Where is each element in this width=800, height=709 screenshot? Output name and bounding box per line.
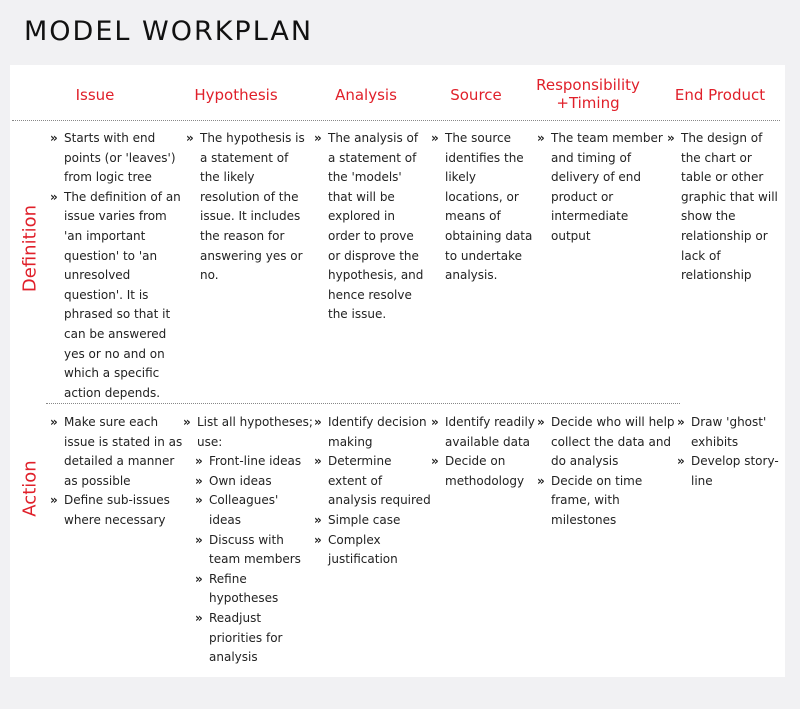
sub-bullet-item: Own ideas <box>195 472 313 492</box>
cell-definition-responsibility: The team member and timing of delivery o… <box>537 129 665 247</box>
sub-bullet-item: Front-line ideas <box>195 452 313 472</box>
bullet-item: Define sub-issues where necessary <box>50 491 188 530</box>
bullet-item: Identify decision making <box>314 413 432 452</box>
row-label-action: Action <box>19 460 41 517</box>
sub-bullet-item: Colleagues' ideas <box>195 491 313 530</box>
column-header-source: Source <box>450 86 502 104</box>
bullet-list: The analysis of a statement of the 'mode… <box>314 129 426 325</box>
column-header-end-product: End Product <box>674 86 766 104</box>
cell-definition-source: The source identifies the likely locatio… <box>431 129 537 286</box>
bullet-list: Make sure each issue is stated in as det… <box>50 413 188 531</box>
bullet-item: The source identifies the likely locatio… <box>431 129 537 286</box>
bullet-list: Identify decision makingDetermine extent… <box>314 413 432 570</box>
bullet-list: The hypothesis is a statement of the lik… <box>186 129 308 286</box>
bullet-item: Decide on methodology <box>431 452 537 491</box>
bullet-item: The hypothesis is a statement of the lik… <box>186 129 308 286</box>
cell-definition-end-product: The design of the chart or table or othe… <box>667 129 779 286</box>
bullet-item: Decide who will help collect the data an… <box>537 413 675 472</box>
column-header-hypothesis: Hypothesis <box>194 86 278 104</box>
cell-action-end-product: Draw 'ghost' exhibitsDevelop story-line <box>677 413 781 491</box>
bullet-item: Decide on time frame, with milestones <box>537 472 675 531</box>
bullet-item: Simple case <box>314 511 432 531</box>
cell-definition-analysis: The analysis of a statement of the 'mode… <box>314 129 426 325</box>
cell-action-analysis: Identify decision makingDetermine extent… <box>314 413 432 570</box>
column-header-issue: Issue <box>75 86 115 104</box>
bullet-item: The analysis of a statement of the 'mode… <box>314 129 426 325</box>
bullet-item: Determine extent of analysis required <box>314 452 432 511</box>
bullet-list: Identify readily available dataDecide on… <box>431 413 537 491</box>
page-title: MODEL WORKPLAN <box>24 16 314 47</box>
bullet-list: The team member and timing of delivery o… <box>537 129 665 247</box>
bullet-list: Draw 'ghost' exhibitsDevelop story-line <box>677 413 781 491</box>
bullet-list: List all hypotheses; use:Front-line idea… <box>183 413 313 668</box>
bullet-item: Complex justification <box>314 531 432 570</box>
bullet-item: List all hypotheses; use: <box>183 413 313 452</box>
sub-bullet-item: Discuss with team members <box>195 531 313 570</box>
cell-definition-issue: Starts with end points (or 'leaves') fro… <box>50 129 188 403</box>
cell-action-source: Identify readily available dataDecide on… <box>431 413 537 491</box>
bullet-item: Draw 'ghost' exhibits <box>677 413 781 452</box>
bullet-item: The team member and timing of delivery o… <box>537 129 665 247</box>
bullet-list: The source identifies the likely locatio… <box>431 129 537 286</box>
bullet-item: Develop story-line <box>677 452 781 491</box>
bullet-item: Starts with end points (or 'leaves') fro… <box>50 129 188 188</box>
bullet-list: Decide who will help collect the data an… <box>537 413 675 531</box>
cell-action-responsibility: Decide who will help collect the data an… <box>537 413 675 531</box>
column-header-analysis: Analysis <box>335 86 397 104</box>
cell-action-issue: Make sure each issue is stated in as det… <box>50 413 188 531</box>
sub-bullet-item: Readjust priorities for analysis <box>195 609 313 668</box>
bullet-item: Make sure each issue is stated in as det… <box>50 413 188 491</box>
cell-action-hypothesis: List all hypotheses; use:Front-line idea… <box>183 413 313 668</box>
column-header-responsibility-timing: Responsibility +Timing <box>536 76 640 112</box>
row-label-definition: Definition <box>19 204 41 293</box>
bullet-list: The design of the chart or table or othe… <box>667 129 779 286</box>
bullet-item: Identify readily available data <box>431 413 537 452</box>
bullet-item: The design of the chart or table or othe… <box>667 129 779 286</box>
sub-bullet-item: Refine hypotheses <box>195 570 313 609</box>
header-divider <box>12 120 780 121</box>
cell-definition-hypothesis: The hypothesis is a statement of the lik… <box>186 129 308 286</box>
bullet-list: Starts with end points (or 'leaves') fro… <box>50 129 188 403</box>
bullet-item: The definition of an issue varies from '… <box>50 188 188 404</box>
